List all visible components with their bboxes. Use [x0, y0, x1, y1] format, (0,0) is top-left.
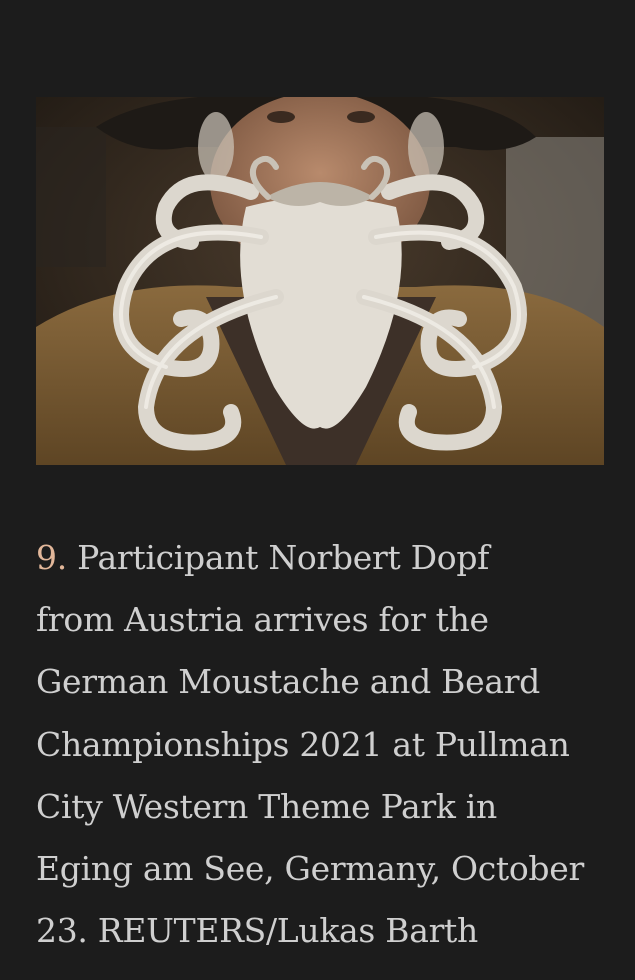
photo-caption: 9. Participant Norbert Dopf from Austria… [36, 527, 616, 962]
caption-text: Participant Norbert Dopf [77, 538, 490, 577]
caption-line-6: Eging am See, Germany, October [36, 849, 584, 889]
caption-line-3: German Moustache and Beard [36, 662, 541, 702]
article-page: 9. Participant Norbert Dopf from Austria… [0, 0, 635, 980]
caption-line-4: Championships 2021 at Pullman [36, 724, 570, 764]
caption-line-2: from Austria arrives for the [36, 600, 489, 640]
caption-line-7: 23. REUTERS/Lukas Barth [36, 911, 478, 951]
photo-image [36, 97, 604, 465]
caption-line-5: City Western Theme Park in [36, 786, 497, 826]
article-photo[interactable] [36, 97, 604, 465]
caption-line-1: 9. Participant Norbert Dopf [36, 527, 616, 589]
caption-number: 9. [36, 538, 67, 577]
